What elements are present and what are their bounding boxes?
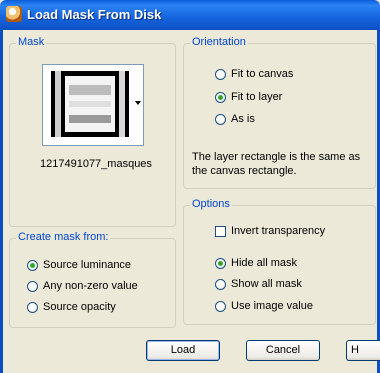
window-frame-left — [0, 30, 3, 373]
radio-use-image-value[interactable]: Use image value — [215, 300, 313, 312]
mask-legend: Mask — [16, 36, 47, 48]
radio-hide-all-mask[interactable]: Hide all mask — [215, 257, 297, 269]
radio-label: Hide all mask — [231, 257, 298, 269]
radio-label: Fit to layer — [231, 91, 283, 103]
options-legend: Options — [190, 198, 232, 210]
radio-label: Source opacity — [43, 301, 116, 313]
create-mask-legend: Create mask from: — [16, 231, 111, 243]
radio-source-luminance[interactable]: Source luminance — [27, 259, 131, 271]
radio-button[interactable] — [215, 278, 226, 290]
radio-label: Fit to canvas — [231, 68, 294, 80]
mask-thumbnail-image — [51, 71, 129, 137]
help-button[interactable]: H — [346, 340, 380, 361]
radio-as-is[interactable]: As is — [215, 113, 255, 125]
orientation-legend: Orientation — [190, 36, 248, 48]
title-bar: Load Mask From Disk — [0, 0, 380, 30]
radio-button-selected[interactable] — [27, 259, 38, 271]
radio-fit-to-layer[interactable]: Fit to layer — [215, 91, 282, 103]
radio-label: Use image value — [231, 300, 313, 312]
radio-button[interactable] — [215, 300, 226, 312]
window-title: Load Mask From Disk — [27, 7, 162, 22]
radio-label: Source luminance — [43, 259, 132, 271]
radio-show-all-mask[interactable]: Show all mask — [215, 278, 302, 290]
chevron-down-icon[interactable] — [135, 101, 141, 105]
radio-any-non-zero-value[interactable]: Any non-zero value — [27, 280, 138, 292]
app-icon — [6, 6, 22, 22]
radio-label: Show all mask — [231, 278, 302, 290]
radio-button-selected[interactable] — [215, 91, 226, 103]
radio-button[interactable] — [27, 280, 38, 292]
mask-file-name: 1217491077_masques — [40, 158, 152, 170]
radio-source-opacity[interactable]: Source opacity — [27, 301, 116, 313]
radio-button-selected[interactable] — [215, 257, 226, 269]
invert-transparency-checkbox-row[interactable]: Invert transparency — [215, 225, 325, 237]
cancel-button[interactable]: Cancel — [246, 340, 320, 361]
radio-button[interactable] — [215, 68, 226, 80]
radio-button[interactable] — [215, 113, 226, 125]
radio-label: Any non-zero value — [43, 280, 138, 292]
mask-thumbnail-dropdown[interactable] — [42, 64, 144, 146]
checkbox-label: Invert transparency — [231, 225, 326, 237]
radio-fit-to-canvas[interactable]: Fit to canvas — [215, 68, 293, 80]
orientation-description: The layer rectangle is the same as the c… — [192, 151, 361, 177]
radio-button[interactable] — [27, 301, 38, 313]
radio-label: As is — [231, 113, 255, 125]
invert-transparency-checkbox[interactable] — [215, 225, 226, 237]
load-button[interactable]: Load — [146, 340, 220, 361]
